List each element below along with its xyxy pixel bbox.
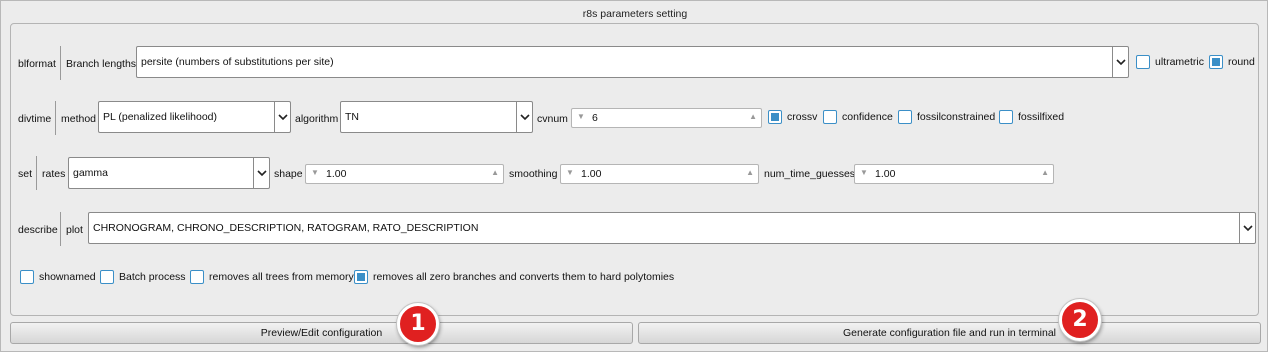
fossilfixed-label: fossilfixed [1018,111,1065,123]
batch-process-label: Batch process [119,271,186,283]
chevron-down-icon[interactable] [516,102,532,132]
crossv-checkbox[interactable] [768,110,782,124]
decrement-icon[interactable]: ▼ [577,112,585,121]
method-value: PL (penalized likelihood) [103,111,218,123]
confidence-checkbox[interactable] [823,110,837,124]
remove-trees-label: removes all trees from memory [209,271,354,283]
shape-value: 1.00 [326,168,347,180]
divtime-group-label: divtime [18,113,52,125]
remove-zero-branches-checkbox[interactable] [354,270,368,284]
divider [36,156,37,190]
ultrametric-label: ultrametric [1155,56,1205,68]
chevron-down-icon[interactable] [1112,47,1128,77]
cvnum-value: 6 [592,112,598,124]
branch-lengths-select[interactable]: persite (numbers of substitutions per si… [136,46,1129,78]
round-label: round [1228,56,1255,68]
remove-trees-checkbox[interactable] [190,270,204,284]
dialog-title: r8s parameters setting [582,8,688,20]
method-label: method [61,113,97,125]
plot-select[interactable]: CHRONOGRAM, CHRONO_DESCRIPTION, RATOGRAM… [88,212,1256,244]
decrement-icon[interactable]: ▼ [311,168,319,177]
chevron-down-icon[interactable] [253,158,269,188]
rates-select[interactable]: gamma [68,157,270,189]
cvnum-label: cvnum [537,113,568,125]
plot-value: CHRONOGRAM, CHRONO_DESCRIPTION, RATOGRAM… [93,222,479,234]
num-time-guesses-spinner[interactable]: ▼ 1.00 ▲ [854,164,1054,184]
num-time-guesses-value: 1.00 [875,168,896,180]
increment-icon[interactable]: ▲ [491,168,499,177]
branch-lengths-value: persite (numbers of substitutions per si… [141,56,334,68]
generate-run-button[interactable]: Generate configuration file and run in t… [638,322,1261,344]
decrement-icon[interactable]: ▼ [566,168,574,177]
shownamed-checkbox[interactable] [20,270,34,284]
method-select[interactable]: PL (penalized likelihood) [98,101,291,133]
parameters-panel: blformat Branch lengths persite (numbers… [10,23,1259,316]
divider [60,212,61,246]
algorithm-select[interactable]: TN [340,101,533,133]
confidence-label: confidence [842,111,893,123]
remove-zero-branches-label: removes all zero branches and converts t… [373,271,675,283]
rates-value: gamma [73,167,109,179]
ultrametric-checkbox[interactable] [1136,55,1150,69]
algorithm-label: algorithm [295,113,339,125]
smoothing-spinner[interactable]: ▼ 1.00 ▲ [560,164,759,184]
divider [55,101,56,135]
smoothing-label: smoothing [509,168,558,180]
increment-icon[interactable]: ▲ [749,112,757,121]
set-group-label: set [18,168,33,180]
smoothing-value: 1.00 [581,168,602,180]
num-time-guesses-label: num_time_guesses [764,168,856,180]
branch-lengths-label: Branch lengths [66,58,137,70]
plot-label: plot [66,224,83,236]
fossilconstrained-checkbox[interactable] [898,110,912,124]
shownamed-label: shownamed [39,271,96,283]
preview-edit-button[interactable]: Preview/Edit configuration [10,322,633,344]
increment-icon[interactable]: ▲ [1041,168,1049,177]
cvnum-spinner[interactable]: ▼ 6 ▲ [571,108,762,128]
shape-label: shape [274,168,303,180]
dialog-window: r8s parameters setting blformat Branch l… [0,0,1268,352]
describe-group-label: describe [18,224,58,236]
batch-process-checkbox[interactable] [100,270,114,284]
fossilconstrained-label: fossilconstrained [917,111,996,123]
algorithm-value: TN [345,111,359,123]
step-2-badge: 2 [1059,299,1101,341]
chevron-down-icon[interactable] [274,102,290,132]
shape-spinner[interactable]: ▼ 1.00 ▲ [305,164,504,184]
rates-label: rates [42,168,66,180]
decrement-icon[interactable]: ▼ [860,168,868,177]
fossilfixed-checkbox[interactable] [999,110,1013,124]
divider [60,46,61,80]
increment-icon[interactable]: ▲ [746,168,754,177]
step-1-badge: 1 [397,303,439,345]
crossv-label: crossv [787,111,818,123]
blformat-group-label: blformat [18,58,56,70]
chevron-down-icon[interactable] [1239,213,1255,243]
round-checkbox[interactable] [1209,55,1223,69]
